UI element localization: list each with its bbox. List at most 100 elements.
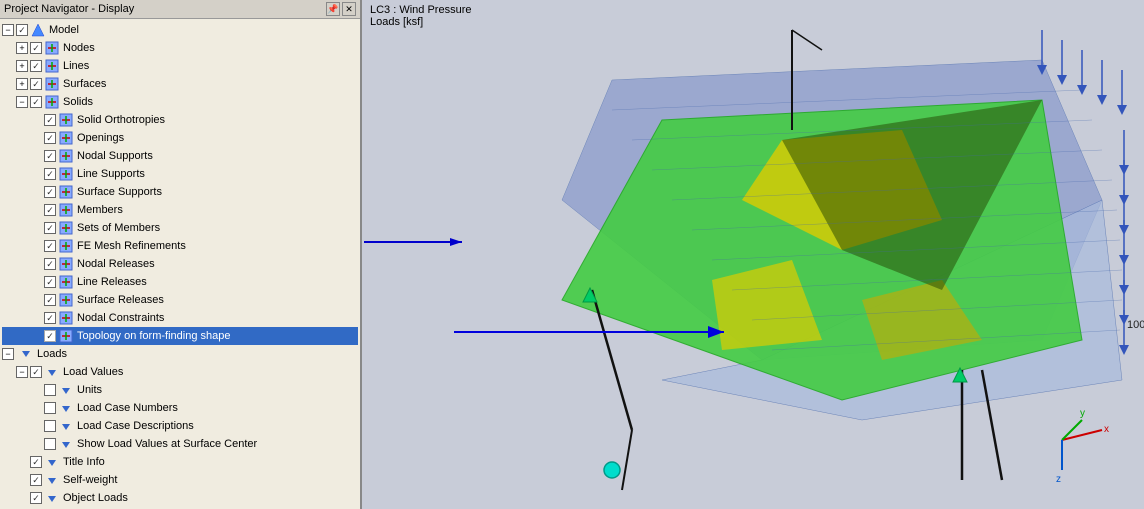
expand-surfaces[interactable]: + xyxy=(16,78,28,90)
tree-item-nodal-releases[interactable]: Nodal Releases xyxy=(2,255,358,273)
surface-supports-icon xyxy=(58,184,74,200)
show-load-values-label: Show Load Values at Surface Center xyxy=(77,438,257,450)
tree-item-object-loads[interactable]: Object Loads xyxy=(2,489,358,507)
close-button[interactable]: ✕ xyxy=(342,2,356,16)
svg-text:y: y xyxy=(1080,408,1085,419)
tree-item-lc-numbers[interactable]: Load Case Numbers xyxy=(2,399,358,417)
cb-nodal-constraints[interactable] xyxy=(44,312,56,324)
tree-item-solid-ortho[interactable]: Solid Orthotropies xyxy=(2,111,358,129)
cb-load-values[interactable] xyxy=(30,366,42,378)
cb-solid-ortho[interactable] xyxy=(44,114,56,126)
cb-object-loads[interactable] xyxy=(30,492,42,504)
cb-line-releases[interactable] xyxy=(44,276,56,288)
cb-line-supports[interactable] xyxy=(44,168,56,180)
cb-nodes[interactable] xyxy=(30,42,42,54)
tree-item-fe-mesh[interactable]: FE Mesh Refinements xyxy=(2,237,358,255)
tree-item-lines[interactable]: + Lines xyxy=(2,57,358,75)
cb-topology[interactable] xyxy=(44,330,56,342)
tree-item-nodes[interactable]: + Nodes xyxy=(2,39,358,57)
cb-sets-members[interactable] xyxy=(44,222,56,234)
cb-surfaces[interactable] xyxy=(30,78,42,90)
lines-icon xyxy=(44,58,60,74)
model-label: Model xyxy=(49,24,79,36)
tree-item-load-values[interactable]: − Load Values xyxy=(2,363,358,381)
tree-item-openings[interactable]: Openings xyxy=(2,129,358,147)
tree-item-show-load-values[interactable]: Show Load Values at Surface Center xyxy=(2,435,358,453)
cb-members[interactable] xyxy=(44,204,56,216)
topology-label: Topology on form-finding shape xyxy=(77,330,230,342)
expand-load-values[interactable]: − xyxy=(16,366,28,378)
cb-solids[interactable] xyxy=(30,96,42,108)
cb-openings[interactable] xyxy=(44,132,56,144)
tree-item-title-info[interactable]: Title Info xyxy=(2,453,358,471)
self-weight-icon xyxy=(44,472,60,488)
tree-item-line-supports[interactable]: Line Supports xyxy=(2,165,358,183)
tree-item-nodal-constraints[interactable]: Nodal Constraints xyxy=(2,309,358,327)
tree-item-surface-releases[interactable]: Surface Releases xyxy=(2,291,358,309)
members-icon xyxy=(58,202,74,218)
tree-item-sets-members[interactable]: Sets of Members xyxy=(2,219,358,237)
tree-item-surfaces[interactable]: + Surfaces xyxy=(2,75,358,93)
fe-mesh-label: FE Mesh Refinements xyxy=(77,240,186,252)
panel-title: Project Navigator - Display xyxy=(4,3,134,15)
cb-surface-releases[interactable] xyxy=(44,294,56,306)
cb-lc-numbers[interactable] xyxy=(44,402,56,414)
lc-numbers-icon xyxy=(58,400,74,416)
cb-lc-desc[interactable] xyxy=(44,420,56,432)
fe-mesh-icon xyxy=(58,238,74,254)
left-panel: Project Navigator - Display 📌 ✕ − Model … xyxy=(0,0,362,509)
cb-model[interactable] xyxy=(16,24,28,36)
cb-nodal-releases[interactable] xyxy=(44,258,56,270)
nodal-constraints-icon xyxy=(58,310,74,326)
tree-item-model[interactable]: − Model xyxy=(2,21,358,39)
panel-header: Project Navigator - Display 📌 ✕ xyxy=(0,0,360,19)
tree-container[interactable]: − Model + Nodes + xyxy=(0,19,360,509)
units-icon xyxy=(58,382,74,398)
cb-lines[interactable] xyxy=(30,60,42,72)
cb-show-load-values[interactable] xyxy=(44,438,56,450)
tree-item-line-releases[interactable]: Line Releases xyxy=(2,273,358,291)
load-values-icon xyxy=(44,364,60,380)
tree-item-surface-supports[interactable]: Surface Supports xyxy=(2,183,358,201)
surface-supports-label: Surface Supports xyxy=(77,186,162,198)
line-supports-label: Line Supports xyxy=(77,168,145,180)
cb-title-info[interactable] xyxy=(30,456,42,468)
units-label: Units xyxy=(77,384,102,396)
tree-item-nodal-supports[interactable]: Nodal Supports xyxy=(2,147,358,165)
openings-label: Openings xyxy=(77,132,124,144)
model-icon xyxy=(30,22,46,38)
solid-ortho-icon xyxy=(58,112,74,128)
expand-nodes[interactable]: + xyxy=(16,42,28,54)
line-supports-icon xyxy=(58,166,74,182)
tree-item-loads-root[interactable]: − Loads xyxy=(2,345,358,363)
pin-button[interactable]: 📌 xyxy=(326,2,340,16)
svg-text:z: z xyxy=(1056,474,1061,485)
lc-desc-icon xyxy=(58,418,74,434)
tree-item-lc-desc[interactable]: Load Case Descriptions xyxy=(2,417,358,435)
viewport[interactable]: LC3 : Wind Pressure Loads [ksf] xyxy=(362,0,1144,509)
nodal-supports-label: Nodal Supports xyxy=(77,150,153,162)
surface-releases-label: Surface Releases xyxy=(77,294,164,306)
tree-item-self-weight[interactable]: Self-weight xyxy=(2,471,358,489)
nodal-constraints-label: Nodal Constraints xyxy=(77,312,164,324)
expand-model[interactable]: − xyxy=(2,24,14,36)
tree-item-members[interactable]: Members xyxy=(2,201,358,219)
load-values-label: Load Values xyxy=(63,366,123,378)
loads-label: Loads xyxy=(37,348,67,360)
cb-nodal-supports[interactable] xyxy=(44,150,56,162)
cb-units[interactable] xyxy=(44,384,56,396)
cb-surface-supports[interactable] xyxy=(44,186,56,198)
members-label: Members xyxy=(77,204,123,216)
expand-solids[interactable]: − xyxy=(16,96,28,108)
tree-item-solids[interactable]: − Solids xyxy=(2,93,358,111)
cb-self-weight[interactable] xyxy=(30,474,42,486)
openings-icon xyxy=(58,130,74,146)
cb-fe-mesh[interactable] xyxy=(44,240,56,252)
tree-item-topology[interactable]: Topology on form-finding shape xyxy=(2,327,358,345)
expand-loads[interactable]: − xyxy=(2,348,14,360)
line-releases-icon xyxy=(58,274,74,290)
nodes-icon xyxy=(44,40,60,56)
expand-lines[interactable]: + xyxy=(16,60,28,72)
show-load-values-icon xyxy=(58,436,74,452)
tree-item-units[interactable]: Units xyxy=(2,381,358,399)
